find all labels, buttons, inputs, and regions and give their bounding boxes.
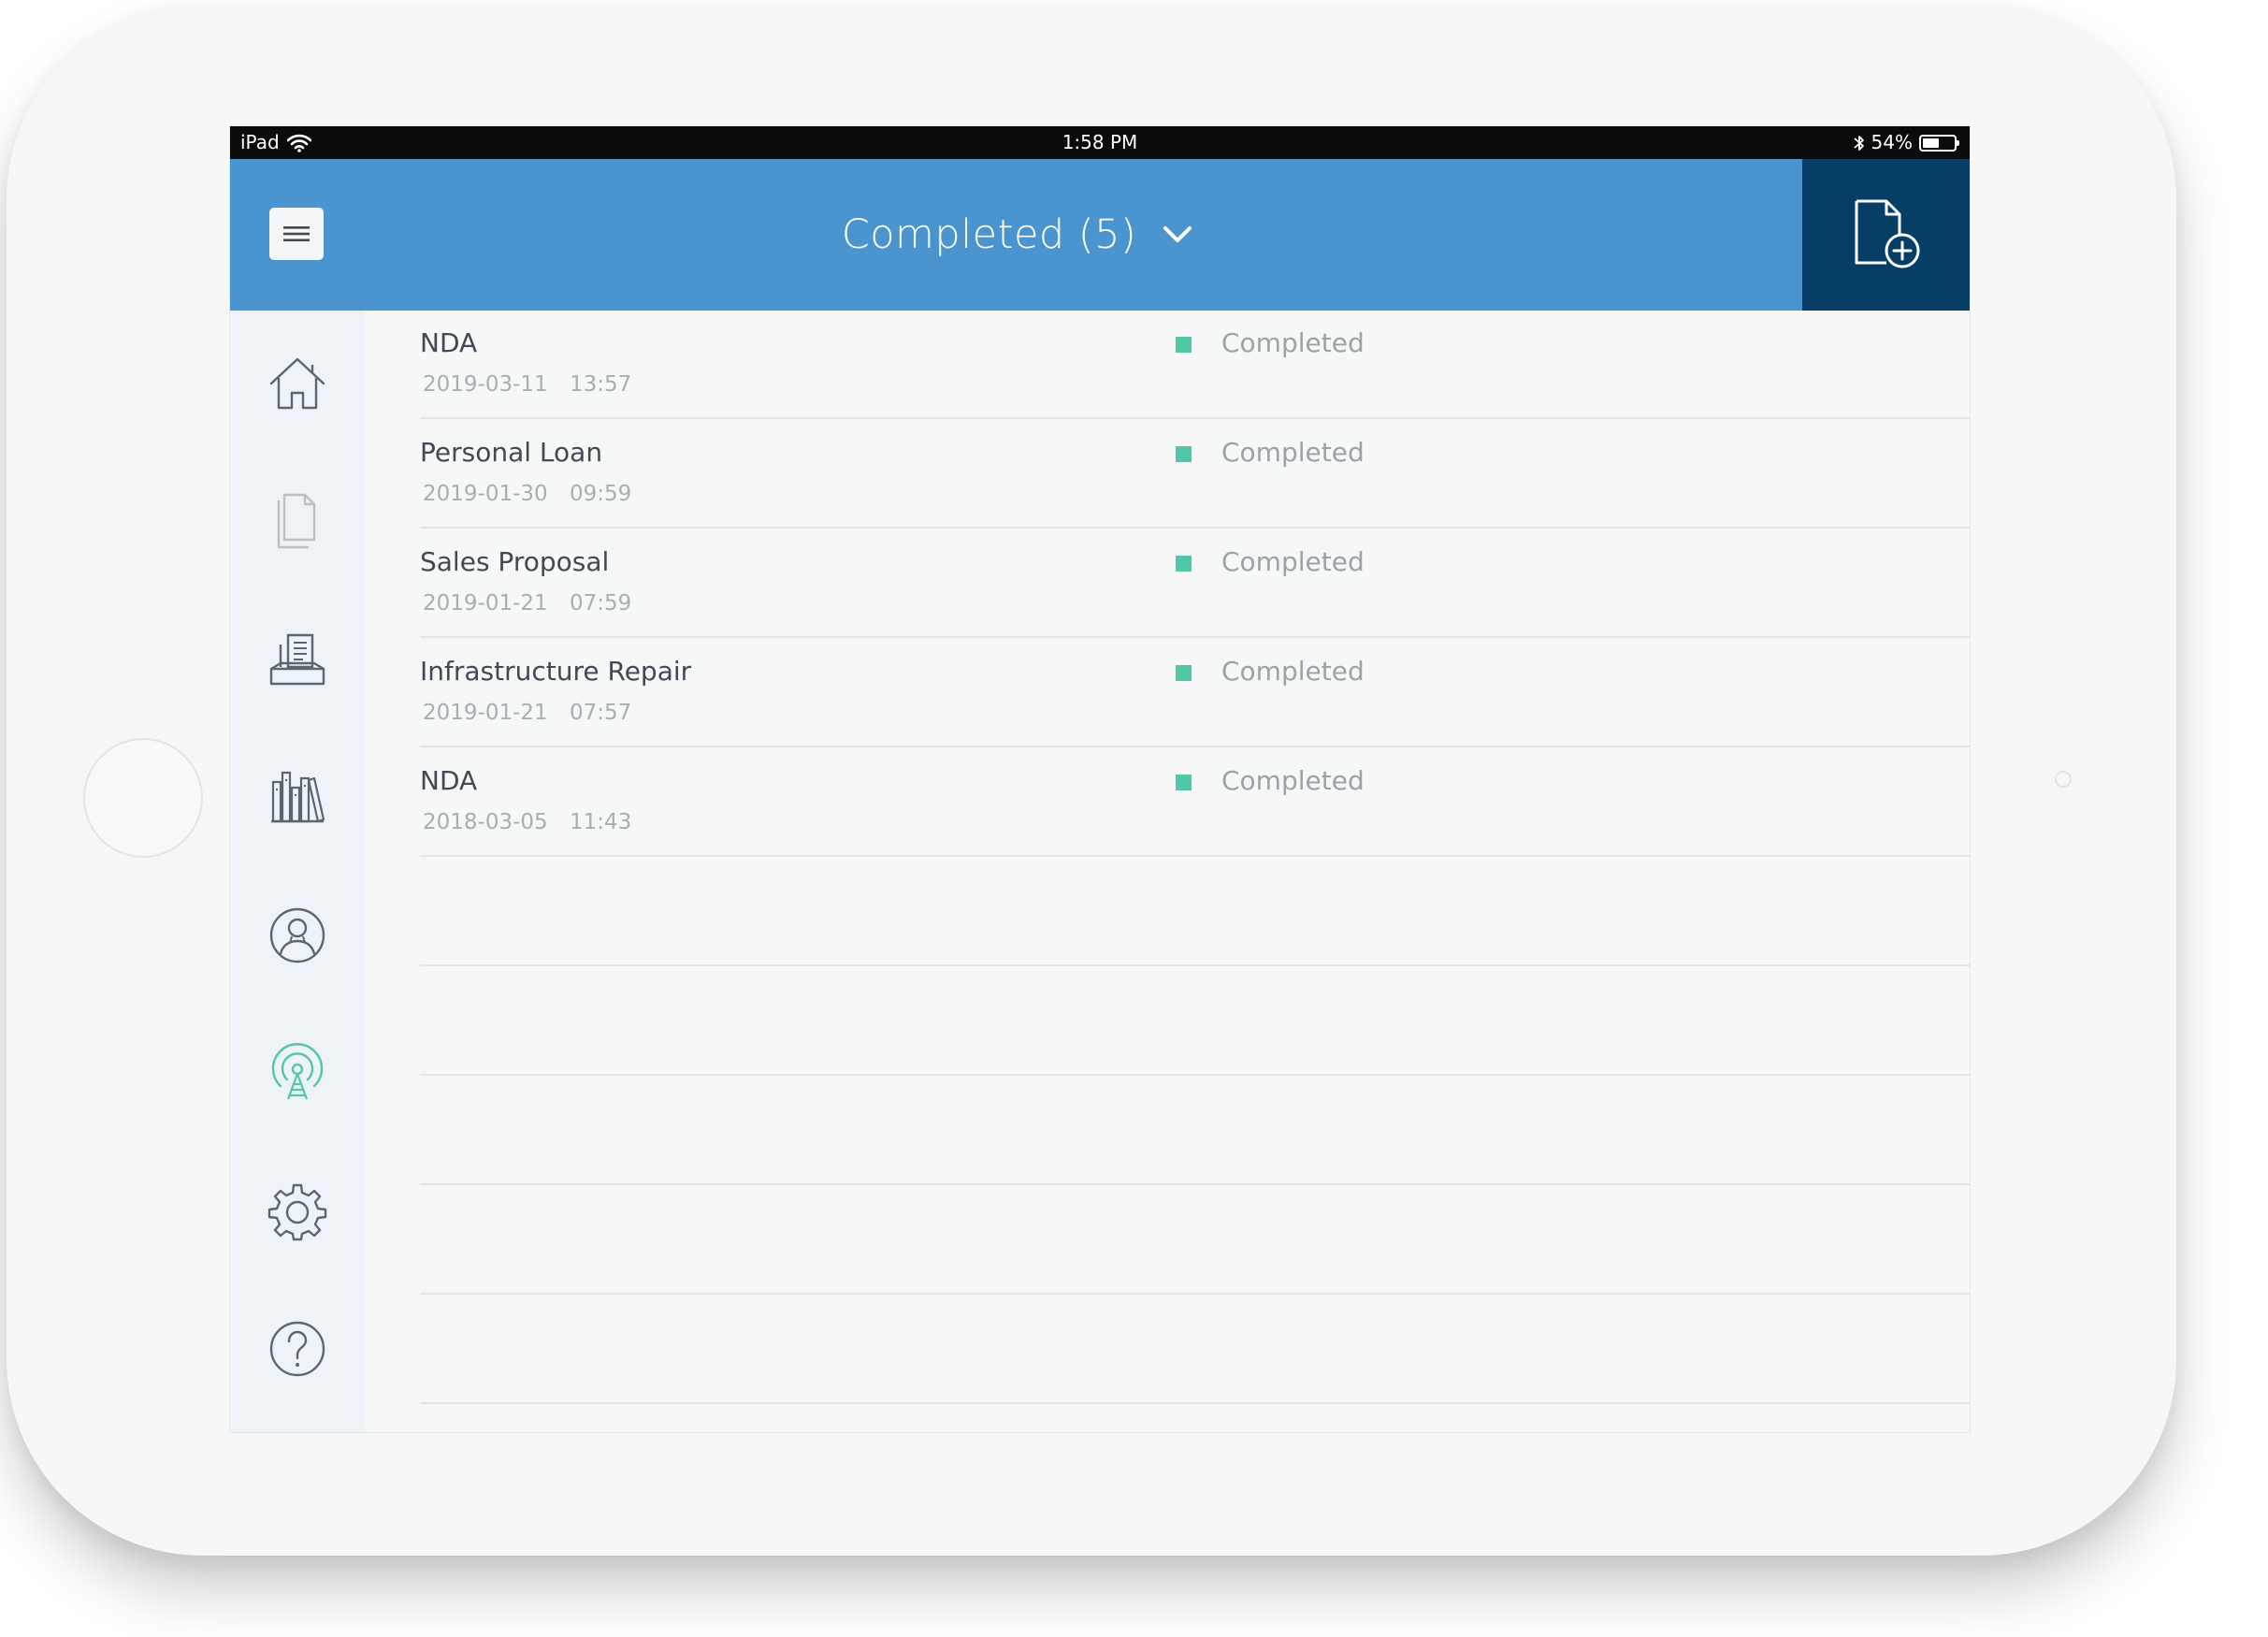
document-name: NDA (420, 327, 478, 358)
status-indicator (1176, 775, 1192, 790)
sidebar-item-home[interactable] (267, 354, 327, 413)
status-time: 1:58 PM (1062, 131, 1138, 153)
empty-row (420, 1077, 1970, 1185)
document-time: 13:57 (570, 372, 632, 397)
status-indicator (1176, 665, 1192, 681)
document-time: 07:57 (570, 701, 632, 725)
sidebar-item-profile[interactable] (267, 905, 327, 965)
list-item[interactable]: Personal Loan 2019-01-30 09:59 Completed (420, 420, 1970, 529)
status-label: Completed (1221, 656, 1365, 687)
bluetooth-icon (1853, 135, 1864, 151)
battery-percent: 54% (1871, 131, 1913, 153)
user-icon (269, 907, 325, 963)
sidebar-item-documents[interactable] (267, 491, 327, 551)
help-icon (269, 1321, 325, 1377)
document-date: 2019-01-30 (423, 482, 548, 506)
ipad-frame: iPad 1:58 PM 54% Completed (5) NDA 2019-… (7, 3, 2176, 1556)
broadcast-icon (271, 1043, 324, 1100)
document-date: 2019-03-11 (423, 372, 548, 397)
sidebar-item-broadcast[interactable] (267, 1043, 327, 1103)
app-screen: iPad 1:58 PM 54% Completed (5) NDA 2019-… (229, 125, 1971, 1433)
document-name: NDA (420, 765, 478, 796)
sidebar-item-inbox[interactable] (267, 630, 327, 689)
filter-dropdown[interactable]: Completed (5) (230, 159, 1804, 311)
empty-row (420, 967, 1970, 1076)
document-time: 11:43 (570, 810, 632, 834)
empty-row (420, 858, 1970, 966)
list-item[interactable]: Infrastructure Repair 2019-01-21 07:57 C… (420, 639, 1970, 747)
battery-icon (1919, 134, 1959, 152)
home-button (83, 738, 203, 858)
empty-row (420, 1296, 1970, 1404)
status-indicator (1176, 556, 1192, 572)
list-item[interactable]: Sales Proposal 2019-01-21 07:59 Complete… (420, 529, 1970, 638)
library-icon (271, 771, 325, 823)
document-name: Sales Proposal (420, 546, 610, 577)
status-bar: iPad 1:58 PM 54% (230, 126, 1970, 159)
chevron-down-icon (1163, 226, 1192, 242)
status-indicator (1176, 446, 1192, 462)
page-title: Completed (5) (841, 211, 1137, 258)
document-date: 2018-03-05 (423, 810, 548, 834)
status-indicator (1176, 337, 1192, 353)
list-item[interactable]: NDA 2019-03-11 13:57 Completed (420, 311, 1970, 419)
status-label: Completed (1221, 327, 1365, 358)
app-header: Completed (5) (230, 159, 1970, 311)
inbox-icon (269, 633, 325, 686)
new-document-icon (1855, 199, 1919, 268)
document-name: Personal Loan (420, 437, 603, 468)
status-label: Completed (1221, 765, 1365, 796)
home-icon (269, 357, 325, 410)
document-time: 09:59 (570, 482, 632, 506)
status-label: Completed (1221, 437, 1365, 468)
document-time: 07:59 (570, 591, 632, 616)
documents-icon (277, 493, 316, 549)
document-list: NDA 2019-03-11 13:57 Completed Personal … (420, 311, 1970, 1432)
new-document-button[interactable] (1802, 159, 1970, 311)
status-label: Completed (1221, 546, 1365, 577)
sidebar-item-help[interactable] (267, 1319, 327, 1379)
settings-icon (267, 1183, 327, 1241)
front-camera (2055, 771, 2072, 788)
sidebar-nav (230, 311, 365, 1432)
sidebar-item-settings[interactable] (267, 1181, 327, 1241)
battery-level (1923, 138, 1939, 148)
document-date: 2019-01-21 (423, 591, 548, 616)
empty-row (420, 1186, 1970, 1295)
document-date: 2019-01-21 (423, 701, 548, 725)
document-name: Infrastructure Repair (420, 656, 692, 687)
sidebar-item-library[interactable] (267, 767, 327, 827)
list-item[interactable]: NDA 2018-03-05 11:43 Completed (420, 748, 1970, 857)
